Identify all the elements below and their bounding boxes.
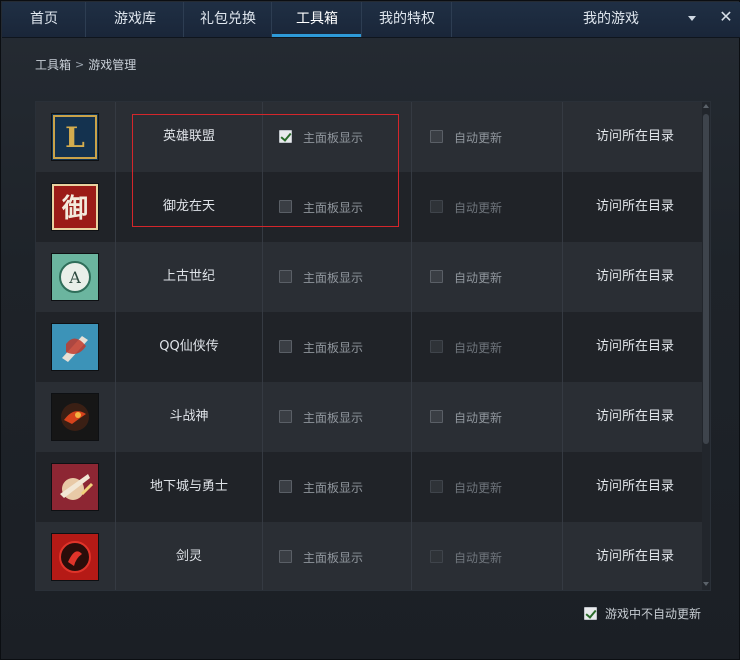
nav-my-games[interactable]: 我的游戏: [562, 2, 660, 37]
show-on-panel-checkbox[interactable]: [279, 200, 292, 213]
nav-game-library[interactable]: 游戏库: [86, 2, 184, 37]
column-divider: [411, 102, 412, 590]
show-on-panel-checkbox[interactable]: [279, 340, 292, 353]
scroll-down-icon[interactable]: [703, 582, 709, 586]
column-divider: [115, 102, 116, 590]
top-nav: 首页 游戏库 礼包兑换 工具箱 我的特权 我的游戏 ✕: [2, 2, 740, 38]
auto-update-checkbox[interactable]: [430, 270, 443, 283]
table-row: 地下城与勇士 主面板显示 自动更新 访问所在目录: [36, 452, 704, 522]
auto-update-checkbox[interactable]: [430, 200, 443, 213]
auto-update-checkbox[interactable]: [430, 130, 443, 143]
dropdown-caret-icon[interactable]: [688, 16, 696, 21]
chevron-right-icon: >: [75, 58, 85, 71]
table-row: 剑灵 主面板显示 自动更新 访问所在目录: [36, 522, 704, 590]
auto-update-label: 自动更新: [454, 341, 503, 355]
nav-gift-redeem[interactable]: 礼包兑换: [184, 2, 272, 37]
scroll-thumb[interactable]: [703, 114, 709, 444]
show-on-panel-checkbox[interactable]: [279, 130, 292, 143]
auto-update-label: 自动更新: [454, 551, 503, 565]
svg-text:御: 御: [61, 193, 88, 224]
show-on-panel-label: 主面板显示: [303, 411, 364, 425]
column-divider: [562, 102, 563, 590]
show-on-panel-checkbox[interactable]: [279, 410, 292, 423]
table-row: A 上古世纪 主面板显示 自动更新 访问所在目录: [36, 242, 704, 312]
auto-update-label: 自动更新: [454, 271, 503, 285]
scroll-up-icon[interactable]: [703, 104, 709, 108]
game-name: 斗战神: [169, 409, 209, 424]
auto-update-checkbox[interactable]: [430, 410, 443, 423]
table-row: 御 御龙在天 主面板显示 自动更新 访问所在目录: [36, 172, 704, 242]
visit-directory-link[interactable]: 访问所在目录: [580, 172, 690, 242]
show-on-panel-label: 主面板显示: [303, 271, 364, 285]
douzhanshen-icon: [51, 393, 99, 441]
close-icon[interactable]: ✕: [714, 5, 738, 29]
auto-update-checkbox[interactable]: [430, 480, 443, 493]
show-on-panel-checkbox[interactable]: [279, 550, 292, 563]
breadcrumb-current: 游戏管理: [88, 58, 137, 72]
archeage-icon: A: [51, 253, 99, 301]
svg-text:A: A: [68, 268, 81, 287]
auto-update-label: 自动更新: [454, 201, 503, 215]
visit-directory-link[interactable]: 访问所在目录: [580, 312, 690, 382]
yulong-icon: 御: [51, 183, 99, 231]
nav-home[interactable]: 首页: [2, 2, 86, 37]
table-row: 斗战神 主面板显示 自动更新 访问所在目录: [36, 382, 704, 452]
breadcrumb: 工具箱 > 游戏管理: [35, 56, 136, 73]
show-on-panel-label: 主面板显示: [303, 131, 364, 145]
game-name: 御龙在天: [162, 199, 215, 214]
game-name: 地下城与勇士: [149, 479, 228, 494]
show-on-panel-label: 主面板显示: [303, 341, 364, 355]
dnf-icon: [51, 463, 99, 511]
show-on-panel-label: 主面板显示: [303, 201, 364, 215]
visit-directory-link[interactable]: 访问所在目录: [580, 452, 690, 522]
show-on-panel-checkbox[interactable]: [279, 270, 292, 283]
auto-update-label: 自动更新: [454, 411, 503, 425]
lol-icon: L: [51, 113, 99, 161]
qqxxz-icon: [51, 323, 99, 371]
svg-text:L: L: [65, 121, 85, 154]
game-table: L 英雄联盟 主面板显示 自动更新 访问所在目录 御 御龙在天 主面板显示 自动…: [35, 101, 711, 591]
show-on-panel-label: 主面板显示: [303, 481, 364, 495]
window-frame: 首页 游戏库 礼包兑换 工具箱 我的特权 我的游戏 ✕ 工具箱 > 游戏管理 L…: [0, 0, 740, 660]
auto-update-label: 自动更新: [454, 131, 503, 145]
show-on-panel-checkbox[interactable]: [279, 480, 292, 493]
visit-directory-link[interactable]: 访问所在目录: [580, 102, 690, 172]
table-row: QQ仙侠传 主面板显示 自动更新 访问所在目录: [36, 312, 704, 382]
visit-directory-link[interactable]: 访问所在目录: [580, 382, 690, 452]
game-name: 英雄联盟: [162, 129, 215, 144]
nav-toolbox[interactable]: 工具箱: [272, 2, 362, 37]
visit-directory-link[interactable]: 访问所在目录: [580, 242, 690, 312]
no-auto-update-checkbox[interactable]: [584, 607, 597, 620]
breadcrumb-parent[interactable]: 工具箱: [35, 56, 71, 73]
no-auto-update-option[interactable]: 游戏中不自动更新: [584, 605, 701, 622]
table-row: L 英雄联盟 主面板显示 自动更新 访问所在目录: [36, 102, 704, 172]
show-on-panel-label: 主面板显示: [303, 551, 364, 565]
table-scrollbar[interactable]: [702, 102, 710, 590]
nav-my-privileges[interactable]: 我的特权: [362, 2, 452, 37]
game-name: QQ仙侠传: [159, 339, 219, 354]
game-name: 上古世纪: [162, 269, 215, 284]
visit-directory-link[interactable]: 访问所在目录: [580, 522, 690, 590]
auto-update-checkbox[interactable]: [430, 340, 443, 353]
no-auto-update-label: 游戏中不自动更新: [605, 607, 702, 621]
auto-update-label: 自动更新: [454, 481, 503, 495]
auto-update-checkbox[interactable]: [430, 550, 443, 563]
game-name: 剑灵: [175, 549, 202, 564]
column-divider: [262, 102, 263, 590]
bladesoul-icon: [51, 533, 99, 581]
